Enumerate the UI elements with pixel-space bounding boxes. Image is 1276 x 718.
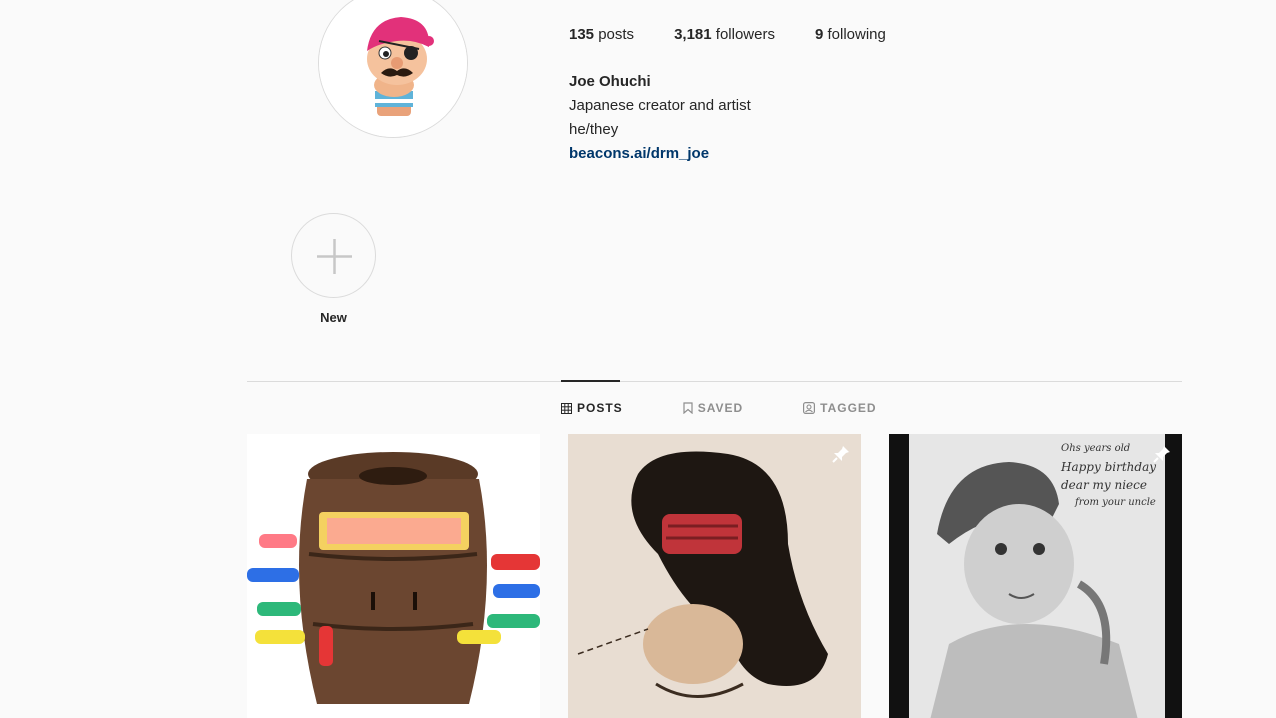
profile-avatar[interactable]	[318, 0, 468, 138]
tag-icon	[803, 402, 816, 414]
new-highlight-button[interactable]: New	[291, 213, 376, 325]
note-line: dear my niece	[1061, 478, 1147, 492]
post-thumbnail[interactable]	[568, 434, 861, 718]
posts-stat: 135 posts	[569, 26, 634, 43]
note-line: from your uncle	[1075, 497, 1156, 508]
followers-label: followers	[715, 26, 775, 43]
bio-description: Japanese creator and artist	[569, 97, 751, 114]
followers-stat[interactable]: 3,181 followers	[674, 26, 775, 43]
barrel-toy-image	[247, 434, 540, 718]
post-thumbnail[interactable]	[247, 434, 540, 718]
spray-portrait-image	[568, 434, 861, 718]
pinned-icon	[832, 446, 849, 463]
following-label: following	[827, 26, 886, 43]
profile-name: Joe Ohuchi	[569, 73, 651, 90]
new-highlight-circle[interactable]	[291, 213, 376, 298]
profile-tabs: POSTS SAVED TAGGED	[561, 401, 877, 415]
tab-posts-label: POSTS	[577, 401, 623, 415]
new-highlight-label: New	[320, 310, 347, 325]
profile-bio: Joe Ohuchi Japanese creator and artist h…	[569, 70, 751, 166]
tab-tagged[interactable]: TAGGED	[803, 401, 876, 415]
plus-icon	[317, 239, 352, 274]
bookmark-icon	[683, 402, 693, 414]
active-tab-indicator	[561, 380, 620, 382]
handwritten-note: Ohs years old Happy birthday dear my nie…	[1061, 440, 1156, 512]
pirate-figure-image	[319, 0, 467, 137]
following-stat[interactable]: 9 following	[815, 26, 886, 43]
note-line: Ohs years old	[1061, 443, 1131, 454]
tabs-divider	[247, 381, 1182, 382]
note-line: Happy birthday	[1061, 460, 1156, 474]
bio-pronouns: he/they	[569, 121, 619, 138]
followers-count: 3,181	[674, 26, 712, 43]
posts-count: 135	[569, 26, 595, 43]
following-count: 9	[814, 26, 824, 43]
bio-link[interactable]: beacons.ai/drm_joe	[569, 142, 751, 166]
tab-tagged-label: TAGGED	[820, 401, 877, 415]
posts-label: posts	[598, 26, 635, 43]
post-thumbnail[interactable]: Ohs years old Happy birthday dear my nie…	[889, 434, 1182, 718]
profile-stats: 135 posts 3,181 followers 9 following	[569, 26, 926, 43]
pinned-icon	[1153, 446, 1170, 463]
tab-posts[interactable]: POSTS	[561, 401, 623, 415]
grid-icon	[561, 402, 572, 414]
tab-saved-label: SAVED	[697, 401, 744, 415]
tab-saved[interactable]: SAVED	[683, 401, 743, 415]
